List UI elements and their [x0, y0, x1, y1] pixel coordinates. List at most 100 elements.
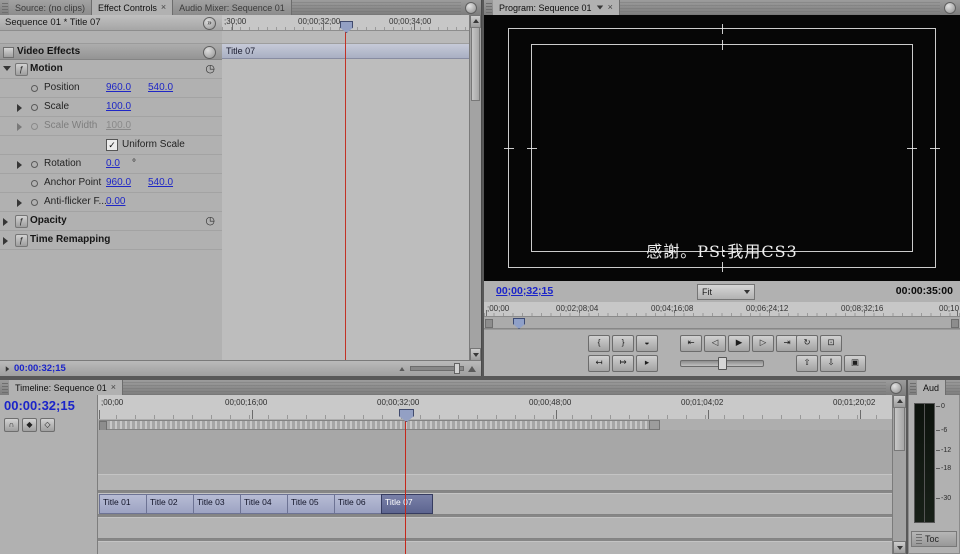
- jump-forward-button[interactable]: ↦: [612, 355, 634, 372]
- effect-name[interactable]: Time Remapping: [30, 234, 110, 245]
- program-playhead[interactable]: [513, 318, 525, 329]
- tab-source[interactable]: Source: (no clips): [9, 0, 92, 15]
- scrollbar-thumb[interactable]: [471, 27, 480, 101]
- clip-title-04[interactable]: Title 04: [240, 494, 292, 514]
- effect-name[interactable]: Motion: [30, 63, 63, 74]
- tab-program[interactable]: Program: Sequence 01 ×: [493, 0, 620, 15]
- panel-menu-icon[interactable]: [944, 2, 956, 14]
- effects-badge-icon[interactable]: [203, 46, 216, 59]
- shuttle-thumb[interactable]: [718, 357, 727, 370]
- clip-title-07-selected[interactable]: Title 07: [381, 494, 433, 514]
- timeline-current-time[interactable]: 00:00:32;15: [0, 395, 97, 413]
- timeline-view-toggle-icon[interactable]: »: [203, 17, 216, 30]
- program-scrub-area[interactable]: [484, 317, 960, 329]
- close-icon[interactable]: ×: [161, 3, 166, 12]
- expand-icon[interactable]: [17, 199, 22, 207]
- clip-title-01[interactable]: Title 01: [99, 494, 151, 514]
- effect-enabled-icon[interactable]: ƒ: [15, 234, 28, 247]
- safe-margins-button[interactable]: ⊡: [820, 335, 842, 352]
- stopwatch-icon[interactable]: ◷: [205, 62, 215, 76]
- expand-icon[interactable]: [17, 123, 22, 131]
- lift-button[interactable]: ⇧: [796, 355, 818, 372]
- step-back-button[interactable]: ◁: [704, 335, 726, 352]
- anti-flicker-value[interactable]: 0.00: [106, 196, 125, 207]
- loop-button[interactable]: ↻: [796, 335, 818, 352]
- go-to-out-button[interactable]: ⇥: [776, 335, 798, 352]
- export-frame-button[interactable]: ▣: [844, 355, 866, 372]
- effect-enabled-icon[interactable]: ƒ: [15, 63, 28, 76]
- tab-tools[interactable]: Toc: [911, 531, 957, 547]
- collapse-icon[interactable]: [3, 66, 11, 71]
- set-out-point-button[interactable]: }: [612, 335, 634, 352]
- anchor-y-value[interactable]: 540.0: [148, 177, 173, 188]
- keyframe-toggle-icon[interactable]: [31, 104, 38, 111]
- work-area-bar[interactable]: [99, 420, 660, 430]
- tabbar-drag-area[interactable]: [620, 0, 940, 15]
- effect-enabled-icon[interactable]: ƒ: [15, 215, 28, 228]
- clip-title-03[interactable]: Title 03: [193, 494, 245, 514]
- snap-icon[interactable]: ∩: [4, 418, 19, 432]
- program-current-time[interactable]: 00;00;32;15: [496, 285, 553, 297]
- panel-grip[interactable]: [910, 382, 916, 393]
- anchor-x-value[interactable]: 960.0: [106, 177, 131, 188]
- uniform-scale-checkbox[interactable]: ✓: [106, 139, 118, 151]
- panel-grip[interactable]: [2, 2, 8, 13]
- panel-menu-icon[interactable]: [465, 2, 477, 14]
- scroll-handle-right[interactable]: [951, 319, 959, 328]
- current-time-display[interactable]: 00:00:32;15: [14, 363, 66, 374]
- clip-title-02[interactable]: Title 02: [146, 494, 198, 514]
- program-ruler[interactable]: ;00;00 00;02;08;04 00;04;16;08 00;06;24;…: [484, 302, 960, 317]
- tabbar-drag-area[interactable]: [946, 380, 960, 395]
- extract-button[interactable]: ⇩: [820, 355, 842, 372]
- mini-clip-bar[interactable]: Title 07: [222, 44, 470, 59]
- encore-marker-icon[interactable]: ◆: [22, 418, 37, 432]
- rotation-value[interactable]: 0.0: [106, 158, 120, 169]
- zoom-control[interactable]: [398, 366, 476, 372]
- zoom-out-icon[interactable]: [399, 367, 404, 371]
- stopwatch-icon[interactable]: ◷: [205, 214, 215, 228]
- set-marker-button[interactable]: ◒: [636, 335, 658, 352]
- go-to-in-button[interactable]: ⇤: [680, 335, 702, 352]
- vertical-scrollbar[interactable]: [469, 15, 481, 361]
- position-y-value[interactable]: 540.0: [148, 82, 173, 93]
- effect-name[interactable]: Opacity: [30, 215, 67, 226]
- tab-effect-controls[interactable]: Effect Controls ×: [92, 0, 173, 15]
- vertical-scrollbar[interactable]: [892, 395, 906, 554]
- keyframe-toggle-icon[interactable]: [31, 199, 38, 206]
- jump-back-button[interactable]: ↤: [588, 355, 610, 372]
- tabbar-drag-area[interactable]: [123, 380, 886, 395]
- work-area-grip[interactable]: [649, 420, 660, 430]
- tab-audio-mixer[interactable]: Audio Mixer: Sequence 01: [173, 0, 292, 15]
- set-in-point-button[interactable]: {: [588, 335, 610, 352]
- marker-icon[interactable]: ◇: [40, 418, 55, 432]
- expand-icon[interactable]: [17, 161, 22, 169]
- panel-grip[interactable]: [486, 2, 492, 13]
- keyframe-toggle-icon[interactable]: [31, 85, 38, 92]
- play-button[interactable]: ▶: [728, 335, 750, 352]
- position-x-value[interactable]: 960.0: [106, 82, 131, 93]
- zoom-level-select[interactable]: Fit: [697, 284, 755, 300]
- panel-grip[interactable]: [2, 382, 8, 393]
- expand-icon[interactable]: [17, 104, 22, 112]
- scrollbar-thumb[interactable]: [894, 407, 905, 451]
- zoom-slider[interactable]: [410, 366, 464, 371]
- tab-audio-master-meters[interactable]: Aud: [917, 380, 946, 395]
- close-icon[interactable]: ×: [608, 3, 613, 12]
- program-select-arrow-icon[interactable]: [596, 6, 602, 10]
- scroll-down-icon[interactable]: [893, 541, 906, 554]
- scroll-handle-left[interactable]: [485, 319, 493, 328]
- expand-icon[interactable]: [3, 237, 8, 245]
- zoom-slider-thumb[interactable]: [454, 363, 460, 374]
- step-forward-button[interactable]: ▷: [752, 335, 774, 352]
- keyframe-toggle-icon[interactable]: [31, 161, 38, 168]
- tabbar-drag-area[interactable]: [292, 0, 461, 15]
- play-in-to-out-button[interactable]: ▸: [636, 355, 658, 372]
- scale-value[interactable]: 100.0: [106, 101, 131, 112]
- clip-title-06[interactable]: Title 06: [334, 494, 386, 514]
- keyframe-toggle-icon[interactable]: [31, 180, 38, 187]
- close-icon[interactable]: ×: [111, 383, 116, 392]
- zoom-in-icon[interactable]: [468, 366, 476, 372]
- tab-timeline[interactable]: Timeline: Sequence 01 ×: [9, 380, 123, 395]
- clip-title-05[interactable]: Title 05: [287, 494, 339, 514]
- shuttle-slider[interactable]: [680, 355, 764, 370]
